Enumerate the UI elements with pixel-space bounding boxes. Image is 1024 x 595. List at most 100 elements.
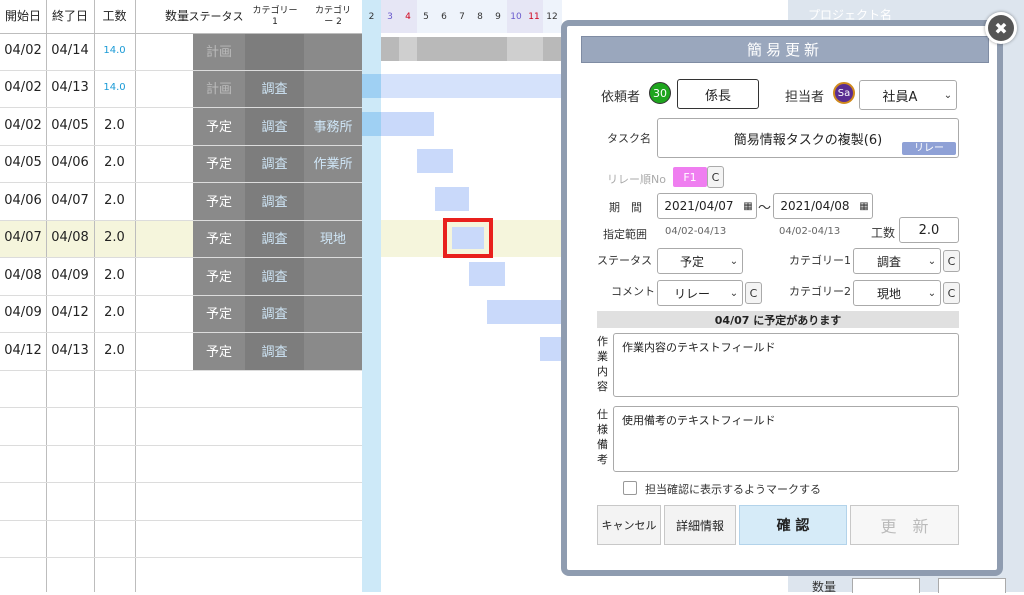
- cell-status: 予定: [205, 157, 232, 172]
- divider: [135, 0, 136, 592]
- header-end: 終了日: [51, 9, 88, 23]
- gantt-bar[interactable]: [417, 149, 453, 173]
- requester-label: 依頼者: [601, 90, 641, 105]
- period-label: 期 間: [609, 201, 642, 214]
- period-tilde: ～: [758, 201, 772, 216]
- requester-field[interactable]: 係長: [677, 79, 759, 109]
- cat2-value: 現地: [876, 286, 901, 301]
- confirm-mark-label: 担当確認に表示するようマークする: [645, 483, 821, 496]
- update-button[interactable]: 更 新: [850, 505, 959, 545]
- cell-effort: 2.0: [104, 118, 125, 133]
- gantt-day: 3: [387, 11, 393, 22]
- gantt-day: 11: [528, 11, 540, 22]
- range-label: 指定範囲: [603, 228, 647, 241]
- gantt-bar-gap: [507, 37, 543, 61]
- cell-cat1: 調査: [261, 307, 288, 322]
- range-start: 04/02-04/13: [665, 226, 727, 237]
- chevron-down-icon: ⌄: [729, 287, 739, 299]
- work-content-field[interactable]: 作業内容のテキストフィールド: [613, 333, 959, 397]
- gantt-selected-bar[interactable]: [443, 218, 493, 258]
- gantt-chart: 2 3 4 5 6 7 8 9 10 11 12: [362, 0, 562, 592]
- cell-start: 04/07: [4, 230, 42, 245]
- header-cat2: カテゴリー 2: [314, 5, 351, 27]
- comment-clear-button[interactable]: C: [745, 282, 762, 304]
- effort-label: 工数: [871, 226, 896, 240]
- comment-label: コメント: [611, 285, 655, 298]
- cancel-button[interactable]: キャンセル: [597, 505, 661, 545]
- relay-clear-button[interactable]: C: [707, 166, 724, 188]
- calendar-icon[interactable]: ▦: [740, 201, 756, 212]
- gantt-bar[interactable]: [381, 112, 434, 136]
- schedule-notice: 04/07 に予定があります: [597, 311, 959, 328]
- cell-cat1: 調査: [261, 157, 288, 172]
- effort-field[interactable]: 2.0: [899, 217, 959, 243]
- relay-tag: リレー: [902, 142, 956, 155]
- gantt-bar[interactable]: [487, 300, 562, 324]
- confirm-mark-checkbox[interactable]: [623, 481, 637, 495]
- gantt-bar[interactable]: [381, 74, 562, 98]
- divider: [0, 370, 362, 371]
- task-name-field[interactable]: 簡易情報タスクの複製(6) リレー: [657, 118, 959, 158]
- gantt-bar-gap: [399, 37, 417, 61]
- cell-cat1: 調査: [261, 345, 288, 360]
- cat1-clear-button[interactable]: C: [943, 250, 960, 272]
- gantt-day: 5: [423, 11, 429, 22]
- chevron-down-icon: ⌄: [729, 255, 739, 267]
- detail-button[interactable]: 詳細情報: [664, 505, 736, 545]
- cell-effort: 2.0: [104, 230, 125, 245]
- gantt-bar[interactable]: [435, 187, 469, 211]
- relay-order-label: リレー順No: [607, 173, 666, 186]
- cell-effort: 2.0: [104, 155, 125, 170]
- period-start-field[interactable]: 2021/04/07 ▦: [657, 193, 757, 219]
- close-button[interactable]: ✖: [985, 12, 1017, 44]
- gantt-bar[interactable]: [540, 337, 562, 361]
- cell-end: 04/09: [51, 268, 89, 283]
- cell-end: 04/13: [51, 343, 89, 358]
- requester-badge: 30: [649, 82, 671, 104]
- assignee-label: 担当者: [785, 90, 825, 105]
- spec-notes-value: 使用備考のテキストフィールド: [622, 414, 776, 427]
- cell-effort: 2.0: [104, 305, 125, 320]
- period-start-value: 2021/04/07: [664, 199, 734, 213]
- cell-start: 04/05: [4, 155, 42, 170]
- spec-notes-field[interactable]: 使用備考のテキストフィールド: [613, 406, 959, 472]
- gantt-bar[interactable]: [469, 262, 505, 286]
- task-name-label: タスク名: [607, 132, 651, 145]
- cat1-label: カテゴリー1: [789, 254, 851, 267]
- cell-end: 04/05: [51, 118, 89, 133]
- calendar-icon[interactable]: ▦: [856, 201, 872, 212]
- cell-cat1: 調査: [261, 195, 288, 210]
- cat2-clear-button[interactable]: C: [943, 282, 960, 304]
- divider: [0, 557, 362, 558]
- gantt-bar: [452, 227, 484, 249]
- comment-select[interactable]: リレー ⌄: [657, 280, 743, 306]
- gantt-day: 12: [546, 11, 558, 22]
- cat1-value: 調査: [876, 254, 901, 269]
- cat2-select[interactable]: 現地 ⌄: [853, 280, 941, 306]
- qty-input[interactable]: [852, 578, 920, 593]
- cell-effort: 2.0: [104, 268, 125, 283]
- cell-start: 04/12: [4, 343, 42, 358]
- cell-start: 04/08: [4, 268, 42, 283]
- cat1-select[interactable]: 調査 ⌄: [853, 248, 941, 274]
- cell-status: 予定: [205, 345, 232, 360]
- cell-end: 04/08: [51, 230, 89, 245]
- cell-status: 予定: [205, 195, 232, 210]
- work-content-value: 作業内容のテキストフィールド: [622, 341, 776, 354]
- period-end-field[interactable]: 2021/04/08 ▦: [773, 193, 873, 219]
- status-select[interactable]: 予定 ⌄: [657, 248, 743, 274]
- cell-end: 04/12: [51, 305, 89, 320]
- relay-order-value[interactable]: F1: [673, 167, 707, 187]
- cell-cat2: 事務所: [313, 120, 353, 135]
- cell-cat2: 現地: [319, 232, 346, 247]
- assignee-select[interactable]: 社員A ⌄: [859, 80, 957, 110]
- cat2-label: カテゴリー2: [789, 285, 851, 298]
- comment-value: リレー: [673, 286, 710, 301]
- gantt-bar-today: [362, 74, 381, 98]
- confirm-button[interactable]: 確 認: [739, 505, 847, 545]
- qty-input-2[interactable]: [938, 578, 1006, 593]
- quick-update-dialog: 簡易更新 依頼者 30 係長 担当者 Sa 社員A ⌄ タスク名 簡易情報タスク…: [561, 20, 1003, 576]
- cell-status: 計画: [205, 82, 232, 97]
- chevron-down-icon: ⌄: [927, 287, 937, 299]
- gantt-day: 7: [459, 11, 465, 22]
